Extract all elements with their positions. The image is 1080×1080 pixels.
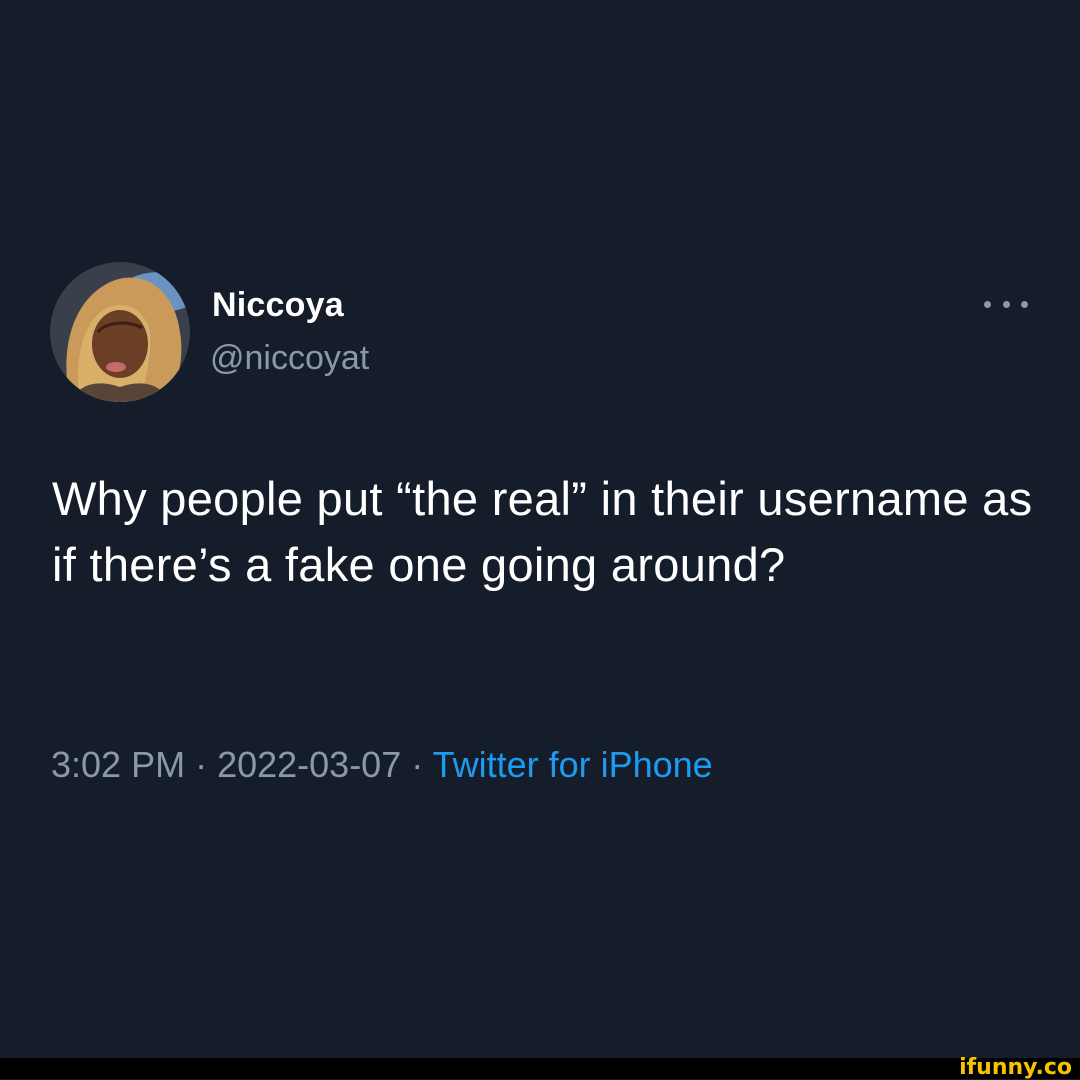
meta-separator: · bbox=[185, 744, 218, 785]
tweet-source-link[interactable]: Twitter for iPhone bbox=[433, 744, 713, 785]
ellipsis-icon bbox=[1002, 300, 1010, 308]
tweet-time[interactable]: 3:02 PM bbox=[51, 744, 185, 785]
meta-separator: · bbox=[401, 744, 433, 785]
avatar[interactable] bbox=[50, 262, 190, 402]
user-handle[interactable]: @niccoyat bbox=[210, 339, 369, 378]
more-options-button[interactable] bbox=[984, 290, 1028, 318]
ellipsis-icon bbox=[984, 300, 991, 308]
ellipsis-icon bbox=[1021, 300, 1028, 308]
watermark-bar bbox=[0, 1058, 1080, 1079]
display-name[interactable]: Niccoya bbox=[212, 286, 344, 325]
tweet-meta: 3:02 PM · 2022-03-07 · Twitter for iPhon… bbox=[51, 744, 713, 786]
tweet-text: Why people put “the real” in their usern… bbox=[52, 472, 1033, 591]
tweet-date[interactable]: 2022-03-07 bbox=[217, 744, 401, 785]
profile-photo-icon bbox=[50, 262, 190, 402]
tweet-card: Niccoya @niccoyat Why people put “the re… bbox=[0, 0, 1080, 1058]
ifunny-watermark: ifunny.co bbox=[959, 1055, 1072, 1080]
